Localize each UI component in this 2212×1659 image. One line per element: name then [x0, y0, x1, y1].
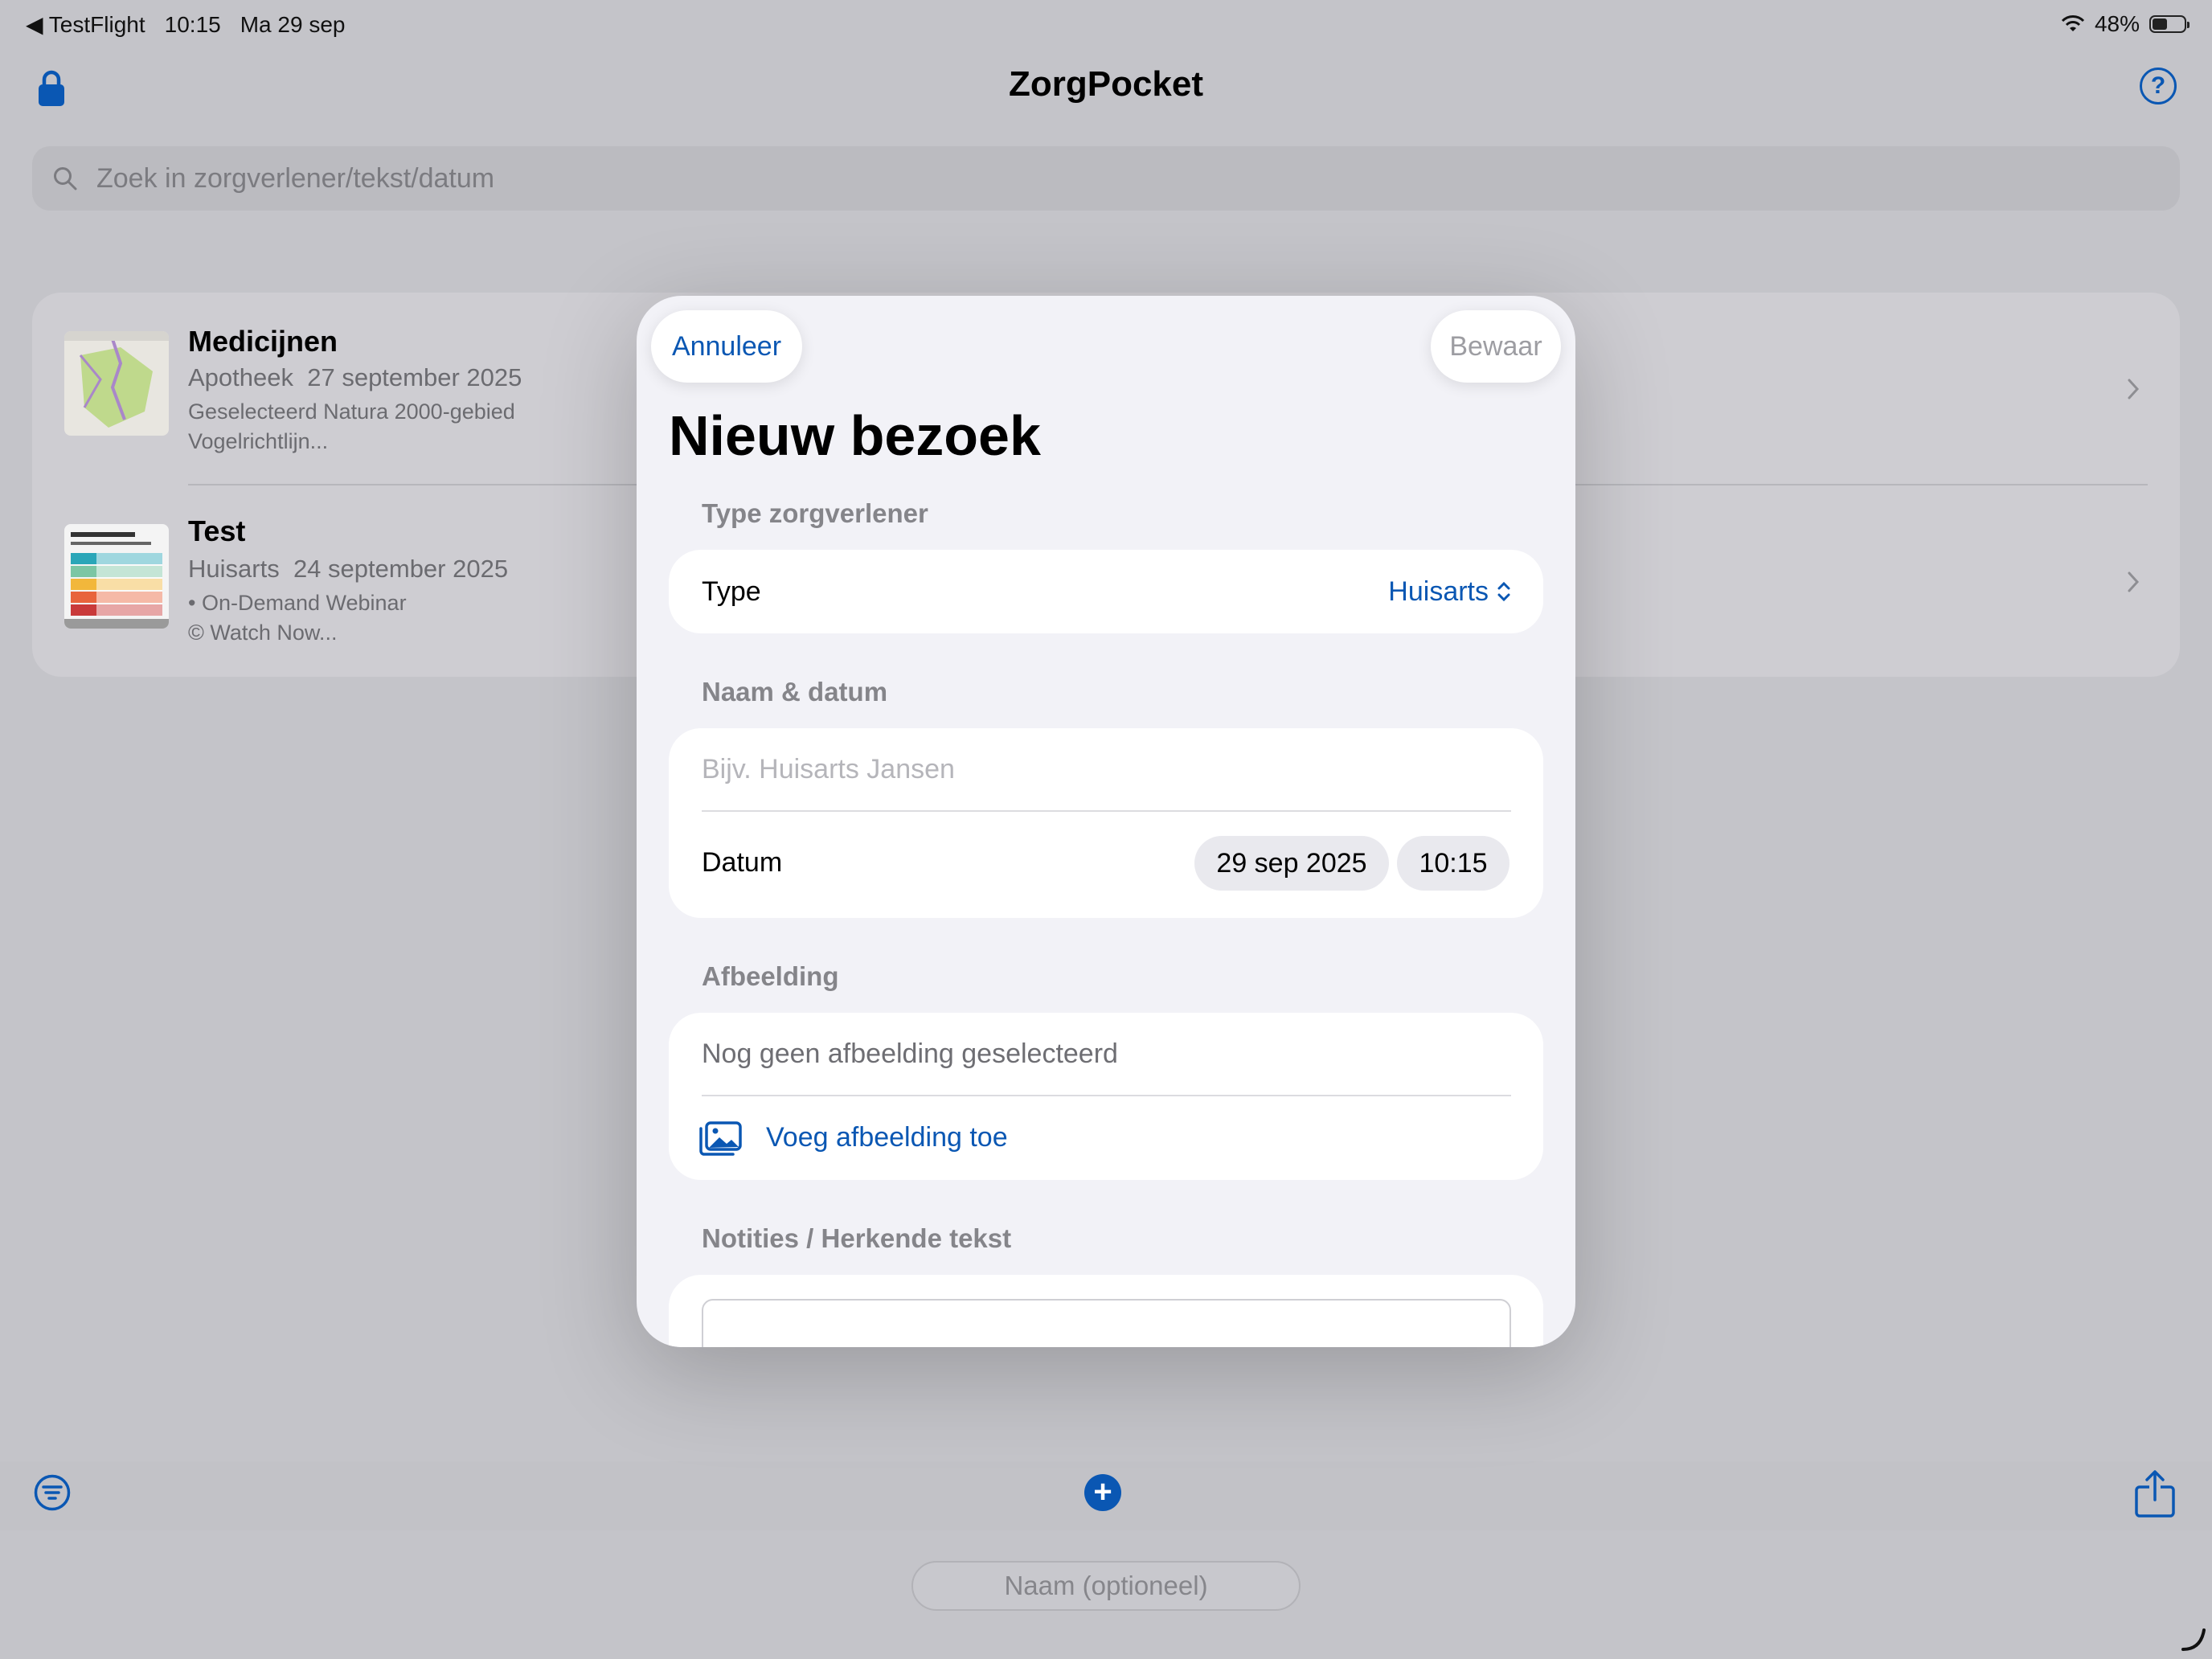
filter-icon[interactable]: [34, 1474, 71, 1511]
visit-snippet: © Watch Now...: [188, 621, 338, 645]
type-card: Type Huisarts: [669, 550, 1543, 633]
search-icon: [54, 167, 77, 190]
share-icon[interactable]: [2133, 1469, 2177, 1519]
type-picker[interactable]: Huisarts: [1388, 550, 1511, 633]
search-input[interactable]: Zoek in zorgverlener/tekst/datum: [96, 163, 494, 195]
resize-handle-icon[interactable]: [2180, 1625, 2207, 1653]
type-value: Huisarts: [1388, 576, 1489, 607]
visit-date: 24 september 2025: [293, 555, 509, 583]
lock-icon[interactable]: [37, 69, 66, 108]
visit-thumbnail-map: [64, 331, 169, 436]
status-time: 10:15: [164, 11, 221, 37]
search-bar[interactable]: Zoek in zorgverlener/tekst/datum: [32, 146, 2180, 211]
no-image-text: Nog geen afbeelding geselecteerd: [702, 1038, 1118, 1069]
date-label: Datum: [702, 847, 783, 878]
status-date: Ma 29 sep: [240, 11, 346, 37]
notes-textarea[interactable]: [702, 1299, 1511, 1347]
field-divider: [702, 810, 1511, 812]
visit-thumbnail-document: [64, 524, 169, 629]
chevron-right-icon: [2128, 379, 2140, 399]
field-divider: [702, 1095, 1511, 1096]
save-button[interactable]: Bewaar: [1431, 310, 1561, 383]
visit-title: Test: [188, 514, 246, 547]
section-header-image: Afbeelding: [702, 961, 839, 991]
notes-card: [669, 1275, 1543, 1347]
photo-gallery-icon[interactable]: [698, 1120, 743, 1157]
image-card: Nog geen afbeelding geselecteerd Voeg af…: [669, 1013, 1543, 1180]
chevron-up-down-icon: [1497, 581, 1510, 602]
type-label: Type: [702, 576, 761, 607]
back-to-app-link[interactable]: ◀ TestFlight: [26, 11, 145, 38]
section-header-name-date: Naam & datum: [702, 677, 888, 707]
app-title: ZorgPocket: [1008, 64, 1204, 104]
visit-snippet: Vogelrichtlijn...: [188, 429, 329, 453]
provider-name-input[interactable]: Bijv. Huisarts Jansen: [702, 754, 955, 785]
add-visit-button[interactable]: +: [1084, 1474, 1121, 1511]
visit-title: Medicijnen: [188, 325, 338, 358]
visit-meta: Apotheek 27 september 2025: [188, 363, 522, 392]
new-visit-sheet: Annuleer Bewaar Nieuw bezoek Type zorgve…: [637, 296, 1575, 1347]
visit-provider: Huisarts: [188, 555, 280, 583]
add-image-button[interactable]: Voeg afbeelding toe: [766, 1122, 1008, 1153]
wifi-icon: [2061, 15, 2085, 31]
section-header-notes: Notities / Herkende tekst: [702, 1223, 1012, 1253]
visit-date: 27 september 2025: [307, 363, 522, 391]
visit-snippet: • On-Demand Webinar: [188, 591, 407, 615]
section-header-type: Type zorgverlener: [702, 498, 928, 528]
visit-provider: Apotheek: [188, 363, 293, 391]
name-optional-field[interactable]: Naam (optioneel): [911, 1561, 1301, 1611]
visit-meta: Huisarts 24 september 2025: [188, 555, 508, 584]
sheet-title: Nieuw bezoek: [669, 404, 1041, 467]
visit-snippet: Geselecteerd Natura 2000-gebied: [188, 399, 515, 424]
name-date-card: Bijv. Huisarts Jansen Datum 29 sep 2025 …: [669, 728, 1543, 918]
date-picker[interactable]: 29 sep 2025: [1194, 836, 1389, 891]
help-button[interactable]: ?: [2140, 68, 2177, 104]
cancel-button[interactable]: Annuleer: [651, 310, 802, 383]
status-bar: ◀ TestFlight 10:15 Ma 29 sep 48%: [26, 11, 2189, 40]
battery-percentage: 48%: [2094, 11, 2140, 36]
chevron-right-icon: [2128, 571, 2140, 592]
battery-icon: [2149, 15, 2189, 33]
time-picker[interactable]: 10:15: [1397, 836, 1509, 891]
